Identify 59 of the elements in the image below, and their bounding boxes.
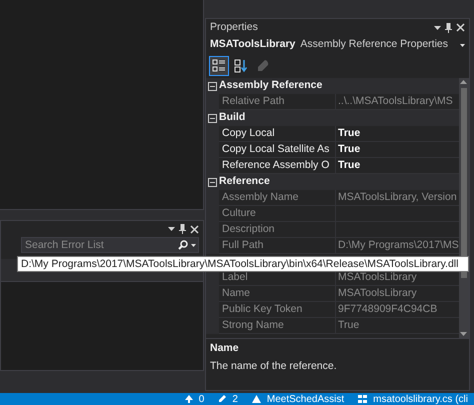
status-item[interactable]: msatoolslibrary.cs (cli xyxy=(373,395,468,405)
property-name[interactable]: Assembly Name xyxy=(219,190,336,206)
close-icon[interactable] xyxy=(190,224,199,234)
property-name[interactable]: Name xyxy=(219,286,336,302)
scroll-down-icon[interactable] xyxy=(460,332,468,336)
collapse-icon[interactable] xyxy=(208,178,217,186)
property-value[interactable]: MSAToolsLibrary, Version xyxy=(336,190,459,206)
search-field[interactable]: Search Error List xyxy=(21,237,199,253)
dropdown-icon[interactable] xyxy=(460,44,465,46)
property-value[interactable]: 9F7748909F4C94CB xyxy=(336,302,459,318)
close-icon[interactable] xyxy=(456,23,465,32)
status-item[interactable]: 2 xyxy=(232,395,238,405)
object-type: Assembly Reference Properties xyxy=(300,37,450,52)
property-value[interactable]: MSAToolsLibrary xyxy=(336,286,459,302)
object-selector[interactable]: MSAToolsLibrary Assembly Reference Properties xyxy=(206,36,469,54)
categorized-icon xyxy=(212,59,226,73)
collapse-icon[interactable] xyxy=(208,82,217,90)
status-item[interactable]: 0 xyxy=(198,395,204,405)
property-name[interactable]: Copy Local xyxy=(219,126,336,142)
property-value[interactable]: True xyxy=(336,142,459,158)
dropdown-icon[interactable] xyxy=(434,26,441,30)
categorized-button[interactable] xyxy=(209,56,229,76)
property-value[interactable]: ..\..\MSAToolsLibrary\MS xyxy=(336,94,459,110)
category-row[interactable]: Reference xyxy=(206,174,459,190)
property-name[interactable]: Public Key Token xyxy=(219,302,336,318)
property-value[interactable]: True xyxy=(336,158,459,174)
scroll-up-icon[interactable] xyxy=(460,80,468,84)
search-icon[interactable] xyxy=(178,240,188,250)
property-name[interactable]: Relative Path xyxy=(219,94,336,110)
status-item[interactable]: MeetSchedAssist xyxy=(266,395,344,405)
pin-icon[interactable] xyxy=(445,22,452,32)
property-name[interactable]: Copy Local Satellite As xyxy=(219,142,336,158)
arrow-up-icon xyxy=(184,395,193,403)
sort-icon xyxy=(234,59,248,73)
category-row[interactable]: Build xyxy=(206,110,459,126)
panel-title: Properties xyxy=(210,20,258,35)
property-value[interactable]: D:\My Programs\2017\MS xyxy=(336,238,459,254)
property-name[interactable]: Reference Assembly O xyxy=(219,158,336,174)
category-row[interactable]: Assembly Reference xyxy=(206,78,459,94)
property-value[interactable]: True xyxy=(336,318,459,334)
description-text: The name of the reference. xyxy=(210,358,338,374)
property-name[interactable]: Strong Name xyxy=(219,318,336,334)
property-name[interactable]: Full Path xyxy=(219,238,336,254)
dropdown-icon[interactable] xyxy=(168,227,175,231)
property-name[interactable]: Description xyxy=(219,222,336,238)
dropdown-icon[interactable] xyxy=(191,244,196,247)
category-name: Assembly Reference xyxy=(219,78,322,94)
description-title: Name xyxy=(210,341,240,356)
pin-icon[interactable] xyxy=(179,224,186,234)
category-name: Build xyxy=(219,110,246,126)
pencil-icon xyxy=(218,395,226,403)
grid-icon xyxy=(358,395,368,403)
property-value[interactable]: True xyxy=(336,126,459,142)
tooltip: D:\My Programs\2017\MSAToolsLibrary\MSAToolsLibrary\bin\x64\Release\MSAToolsLibrary.dll xyxy=(17,256,469,272)
object-name: MSAToolsLibrary xyxy=(210,37,296,52)
category-name: Reference xyxy=(219,174,270,190)
collapse-icon[interactable] xyxy=(208,114,217,122)
property-name[interactable]: Culture xyxy=(219,206,336,222)
triangle-icon xyxy=(252,395,261,403)
